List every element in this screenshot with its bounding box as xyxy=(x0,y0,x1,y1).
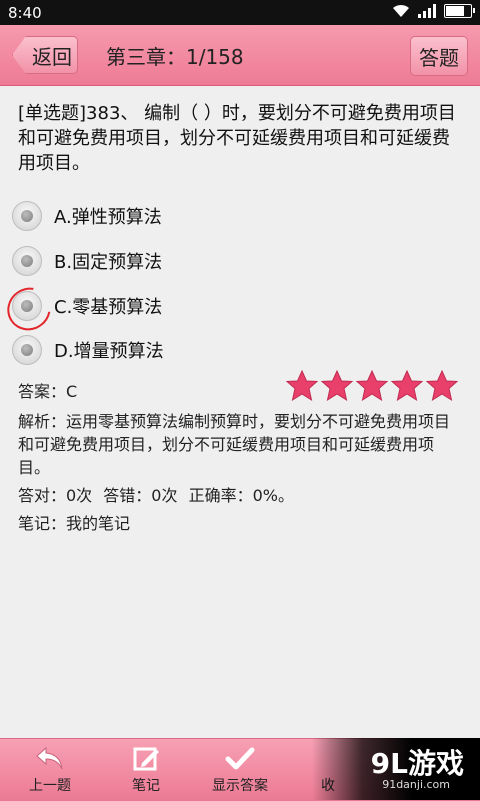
stats-line: 答对：0次 答错：0次 正确率：0%。 xyxy=(18,482,300,506)
option-label: D.增量预算法 xyxy=(54,341,164,362)
note-text[interactable]: 笔记：我的笔记 xyxy=(18,510,130,534)
rating-star-icon xyxy=(356,370,388,402)
notes-label: 笔记 xyxy=(132,778,160,794)
option-label: A.弹性预算法 xyxy=(54,207,162,228)
watermark-logo: 9L游戏 xyxy=(370,747,464,780)
accuracy-rate: 正确率：0%。 xyxy=(188,486,294,505)
wrong-count: 答错：0次 xyxy=(103,486,178,505)
option-c[interactable]: C.零基预算法 xyxy=(12,288,312,324)
radio-button[interactable] xyxy=(12,335,42,365)
prev-question-label: 上一题 xyxy=(29,778,71,794)
signal-icon xyxy=(418,4,436,18)
notes-button[interactable]: 笔记 xyxy=(118,739,174,801)
radio-button[interactable] xyxy=(12,246,42,276)
radio-button[interactable] xyxy=(12,201,42,231)
rating-star-icon xyxy=(426,370,458,402)
show-answer-label: 显示答案 xyxy=(212,778,268,794)
rating-star-icon xyxy=(391,370,423,402)
option-label: C.零基预算法 xyxy=(54,297,163,318)
rating-star-icon xyxy=(321,370,353,402)
edit-icon xyxy=(133,747,159,771)
question-text: [单选题]383、 编制（ ）时，要划分不可避免费用项目和可避免费用项目，划分不… xyxy=(18,103,456,174)
status-time: 8:40 xyxy=(8,3,42,22)
battery-icon xyxy=(444,4,475,18)
title-bar: 返回 第三章：1/158 答题 xyxy=(0,25,480,86)
back-button-label: 返回 xyxy=(32,44,72,69)
rating-star-icon xyxy=(286,370,318,402)
option-b[interactable]: B.固定预算法 xyxy=(12,243,312,279)
option-label: B.固定预算法 xyxy=(54,252,163,273)
answer-button[interactable]: 答题 xyxy=(410,36,468,76)
show-answer-button[interactable]: 显示答案 xyxy=(204,739,276,801)
back-arrow-icon xyxy=(36,746,63,770)
wifi-icon xyxy=(393,4,409,17)
back-button[interactable]: 返回 xyxy=(12,36,78,74)
status-bar: 8:40 xyxy=(0,0,480,25)
difficulty-rating xyxy=(286,370,458,402)
option-a[interactable]: A.弹性预算法 xyxy=(12,198,312,234)
checkmark-icon xyxy=(225,747,255,770)
watermark-url: 91danji.com xyxy=(382,778,450,791)
analysis-text: 解析：运用零基预算法编制预算时，要划分不可避免费用项目和可避免费用项目，划分不可… xyxy=(18,412,451,477)
option-d[interactable]: D.增量预算法 xyxy=(12,332,312,368)
chapter-title: 第三章：1/158 xyxy=(106,44,244,69)
prev-question-button[interactable]: 上一题 xyxy=(22,739,78,801)
correct-count: 答对：0次 xyxy=(18,486,93,505)
answer-text: 答案：C xyxy=(18,382,78,401)
